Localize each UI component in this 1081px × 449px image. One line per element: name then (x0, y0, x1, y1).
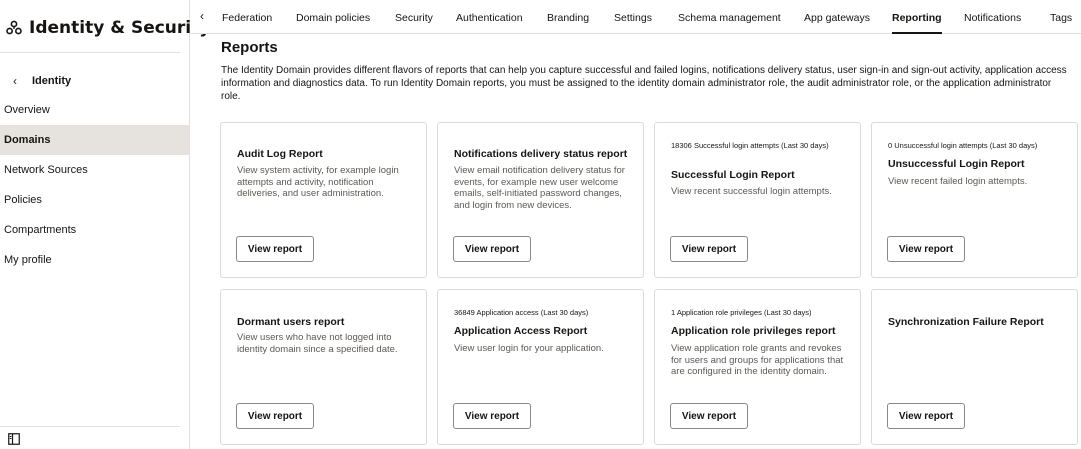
card-description: View users who have not logged into iden… (237, 332, 398, 355)
tab-settings[interactable]: Settings (614, 12, 652, 24)
tabs-scroll-left-icon[interactable]: ‹ (200, 9, 204, 23)
report-card-application-role-privileges: 1 Application role privileges (Last 30 d… (654, 289, 861, 445)
report-card-dormant-users: Dormant users report View users who have… (220, 289, 427, 445)
back-link-label: Identity (32, 75, 72, 87)
card-description: View system activity, for example login … (237, 165, 399, 199)
view-report-button[interactable]: View report (887, 403, 965, 429)
card-kicker: 0 Unsuccessful login attempts (Last 30 d… (888, 141, 1038, 150)
card-kicker: 36849 Application access (Last 30 days) (454, 308, 589, 317)
report-card-notifications-delivery: Notifications delivery status report Vie… (437, 122, 644, 278)
card-title: Successful Login Report (671, 169, 795, 181)
sidebar: Identity & Security ‹ Identity Overview … (0, 0, 210, 449)
sidebar-divider (0, 52, 180, 53)
report-card-unsuccessful-login: 0 Unsuccessful login attempts (Last 30 d… (871, 122, 1078, 278)
view-report-button[interactable]: View report (236, 236, 314, 262)
sidebar-item-my-profile[interactable]: My profile (0, 245, 190, 275)
card-title: Dormant users report (237, 316, 345, 328)
view-report-button[interactable]: View report (236, 403, 314, 429)
tab-security[interactable]: Security (395, 12, 433, 24)
card-description: View email notification delivery status … (454, 165, 625, 211)
view-report-button[interactable]: View report (453, 236, 531, 262)
view-report-button[interactable]: View report (670, 236, 748, 262)
tab-branding[interactable]: Branding (547, 12, 589, 24)
sidebar-item-overview[interactable]: Overview (0, 95, 190, 125)
tab-app-gateways[interactable]: App gateways (804, 12, 870, 24)
tab-notifications[interactable]: Notifications (964, 12, 1021, 24)
page-description: The Identity Domain provides different f… (221, 65, 1067, 102)
card-description: View recent failed login attempts. (888, 176, 1028, 187)
tab-federation[interactable]: Federation (222, 12, 272, 24)
tab-bar: ‹ Federation Domain policies Security Au… (190, 0, 1081, 34)
report-card-application-access: 36849 Application access (Last 30 days) … (437, 289, 644, 445)
tab-tags[interactable]: Tags (1050, 12, 1072, 24)
card-title: Synchronization Failure Report (888, 316, 1044, 328)
card-description: View application role grants and revokes… (671, 343, 844, 377)
card-title: Notifications delivery status report (454, 148, 628, 160)
tab-domain-policies[interactable]: Domain policies (296, 12, 370, 24)
view-report-button[interactable]: View report (887, 236, 965, 262)
back-to-identity-link[interactable]: ‹ Identity (8, 74, 71, 88)
sidebar-bottom-divider (0, 426, 180, 427)
card-title: Application role privileges report (671, 325, 836, 337)
card-title: Audit Log Report (237, 148, 323, 160)
card-description: View user login for your application. (454, 343, 604, 354)
report-card-audit-log: Audit Log Report View system activity, f… (220, 122, 427, 278)
card-description: View recent successful login attempts. (671, 186, 832, 197)
tab-schema-management[interactable]: Schema management (678, 12, 781, 24)
app-title: Identity & Security (6, 18, 210, 38)
report-card-successful-login: 18306 Successful login attempts (Last 30… (654, 122, 861, 278)
sidebar-item-compartments[interactable]: Compartments (0, 215, 190, 245)
card-kicker: 18306 Successful login attempts (Last 30… (671, 141, 829, 150)
sidebar-item-domains[interactable]: Domains (0, 125, 190, 155)
collapse-sidebar-icon[interactable] (8, 433, 20, 445)
sidebar-item-network-sources[interactable]: Network Sources (0, 155, 190, 185)
chevron-left-icon: ‹ (13, 74, 17, 88)
app-title-text: Identity & Security (29, 18, 211, 38)
card-title: Unsuccessful Login Report (888, 158, 1025, 170)
card-title: Application Access Report (454, 325, 588, 337)
tab-authentication[interactable]: Authentication (456, 12, 523, 24)
view-report-button[interactable]: View report (453, 403, 531, 429)
report-card-synchronization-failure: Synchronization Failure Report View repo… (871, 289, 1078, 445)
view-report-button[interactable]: View report (670, 403, 748, 429)
page-title: Reports (221, 39, 278, 56)
sidebar-nav: Overview Domains Network Sources Policie… (0, 95, 190, 275)
tab-reporting[interactable]: Reporting (892, 12, 942, 34)
identity-security-icon (6, 20, 22, 35)
sidebar-item-policies[interactable]: Policies (0, 185, 190, 215)
card-kicker: 1 Application role privileges (Last 30 d… (671, 308, 812, 317)
